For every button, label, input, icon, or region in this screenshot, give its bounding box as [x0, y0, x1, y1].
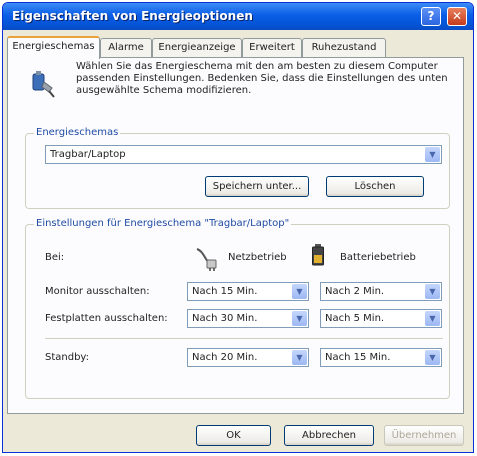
ac-label: Netzbetrieb	[228, 252, 287, 263]
settings-divider	[45, 338, 443, 339]
battery-icon	[312, 244, 324, 266]
window-title: Eigenschaften von Energieoptionen	[12, 9, 253, 23]
close-button[interactable]: ✕	[447, 7, 467, 26]
tab-energieschemas[interactable]: Energieschemas	[7, 36, 100, 59]
tab-ruhezustand[interactable]: Ruhezustand	[302, 38, 386, 57]
monitor-ac-select[interactable]: Nach 15 Min. ▼	[187, 282, 309, 301]
chevron-down-icon[interactable]: ▼	[425, 350, 440, 365]
save-as-button[interactable]: Speichern unter...	[205, 176, 309, 197]
ac-plug-icon	[196, 248, 217, 271]
harddisk-dc-value: Nach 5 Min.	[325, 313, 385, 324]
title-bar[interactable]: Eigenschaften von Energieoptionen ? ✕	[3, 3, 473, 30]
standby-ac-value: Nach 20 Min.	[192, 352, 258, 363]
battery-label: Batteriebetrieb	[340, 252, 416, 263]
tab-erweitert[interactable]: Erweitert	[242, 38, 302, 57]
chevron-down-icon[interactable]: ▼	[425, 147, 440, 162]
standby-dc-value: Nach 15 Min.	[325, 352, 391, 363]
tab-alarme[interactable]: Alarme	[100, 38, 152, 57]
monitor-dc-value: Nach 2 Min.	[325, 286, 385, 297]
chevron-down-icon[interactable]: ▼	[425, 284, 440, 299]
harddisk-ac-select[interactable]: Nach 30 Min. ▼	[187, 309, 309, 328]
monitor-dc-select[interactable]: Nach 2 Min. ▼	[320, 282, 442, 301]
bei-label: Bei:	[45, 252, 65, 263]
delete-button[interactable]: Löschen	[326, 176, 424, 197]
standby-label: Standby:	[45, 352, 89, 363]
intro-text: Wählen Sie das Energieschema mit den am …	[76, 61, 448, 96]
chevron-down-icon[interactable]: ▼	[425, 311, 440, 326]
monitor-off-label: Monitor ausschalten:	[45, 286, 150, 297]
scheme-select-value: Tragbar/Laptop	[50, 149, 126, 160]
monitor-ac-value: Nach 15 Min.	[192, 286, 258, 297]
ok-button[interactable]: OK	[196, 425, 271, 446]
apply-button[interactable]: Übernehmen	[384, 425, 464, 446]
power-scheme-icon	[32, 71, 55, 98]
harddisk-off-label: Festplatten ausschalten:	[45, 313, 168, 324]
harddisk-ac-value: Nach 30 Min.	[192, 313, 258, 324]
chevron-down-icon[interactable]: ▼	[292, 311, 307, 326]
standby-ac-select[interactable]: Nach 20 Min. ▼	[187, 348, 309, 367]
chevron-down-icon[interactable]: ▼	[292, 350, 307, 365]
scheme-select[interactable]: Tragbar/Laptop ▼	[45, 145, 442, 164]
cancel-button[interactable]: Abbrechen	[284, 425, 374, 446]
standby-dc-select[interactable]: Nach 15 Min. ▼	[320, 348, 442, 367]
help-button[interactable]: ?	[421, 7, 441, 26]
settings-legend: Einstellungen für Energieschema "Tragbar…	[34, 218, 292, 229]
chevron-down-icon[interactable]: ▼	[292, 284, 307, 299]
harddisk-dc-select[interactable]: Nach 5 Min. ▼	[320, 309, 442, 328]
tab-energieanzeige[interactable]: Energieanzeige	[152, 38, 242, 57]
schemes-legend: Energieschemas	[34, 127, 121, 138]
